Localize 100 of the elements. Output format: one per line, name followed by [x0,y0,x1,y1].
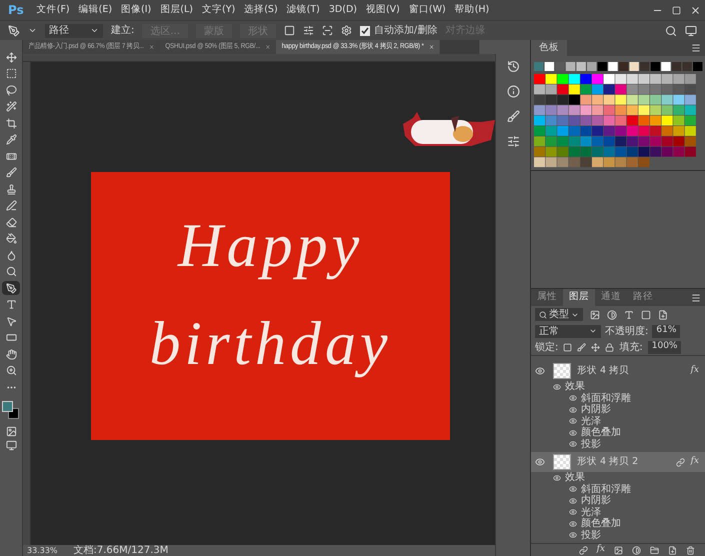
panel-tab[interactable]: 图层 [563,289,595,306]
eye-icon[interactable] [569,496,577,505]
info-icon[interactable] [506,85,520,98]
menu-item[interactable]: 滤镜(T) [286,2,320,18]
make-label: 建立: [111,24,134,38]
search-icon [539,310,547,318]
layer-thumbnail [553,454,571,470]
trash-icon[interactable] [686,546,695,554]
menu-item[interactable]: 文件(F) [36,2,70,18]
add-style-button[interactable]: fx [596,543,605,556]
new-layer-icon[interactable] [668,546,677,554]
history-icon[interactable] [506,60,520,73]
link-icon [676,458,685,466]
workspace-icon[interactable] [685,24,697,36]
lock-label: 锁定: [535,340,558,354]
document-size: 文档:7.66M/127.3M [74,544,168,556]
pen-icon[interactable] [2,281,20,295]
eye-icon[interactable] [553,474,561,482]
adjustment-filter-icon[interactable] [607,310,617,320]
eye-icon[interactable] [569,406,577,414]
panel-menu-icon[interactable] [691,292,701,302]
auto-add-delete-checkbox[interactable]: 自动添加/删除 [360,23,438,38]
blend-mode-dropdown[interactable]: 正常 [535,324,601,338]
eye-icon[interactable] [569,417,577,426]
color-swatch-grid[interactable] [534,62,704,168]
eye-icon[interactable] [569,531,577,540]
type-filter-icon[interactable] [624,310,634,320]
effects-label: 效果 [565,471,585,484]
script-lettering: Happy [178,211,364,282]
link-icon[interactable] [578,546,588,554]
eye-icon[interactable] [569,428,577,437]
effect-name: 光泽 [581,414,601,427]
quick-mask-icon[interactable] [6,426,16,437]
eye-icon[interactable] [535,366,545,376]
eye-icon[interactable] [569,394,577,402]
close-icon[interactable] [266,44,271,50]
lock-icon[interactable] [605,342,614,352]
effect-name: 颜色叠加 [581,516,621,530]
effects-label: 效果 [565,380,585,392]
effect-name: 内阴影 [581,402,611,416]
menu-item[interactable]: 选择(S) [244,2,278,18]
adjustment-layer-icon[interactable] [632,546,641,554]
effect-name: 斜面和浮雕 [581,482,631,495]
mode-dropdown[interactable]: 路径 [45,24,103,38]
menu-item[interactable]: 图层(L) [160,2,193,18]
menu-item[interactable]: 文字(Y) [202,2,236,18]
panel-tab[interactable]: 路径 [627,289,659,306]
layer-row[interactable]: 形状 4 拷贝 fx [531,361,705,381]
pixel-filter-icon[interactable] [590,310,600,320]
panel-tab[interactable]: 色板 [531,40,567,56]
fx-label: fx [690,364,699,378]
search-icon[interactable] [665,24,677,36]
panel-tab[interactable]: 通道 [595,289,627,306]
eye-icon[interactable] [535,457,545,467]
eye-icon[interactable] [569,485,577,494]
color-swatches-icon[interactable] [2,400,20,420]
maximize-icon[interactable] [672,6,681,14]
effect-name: 斜面和浮雕 [581,392,631,404]
menu-item[interactable]: 编辑(E) [78,2,112,18]
close-icon[interactable] [149,44,154,50]
brush-panel-icon[interactable] [506,110,520,123]
mask-icon[interactable] [614,546,623,554]
fill-label: 填充: [619,340,643,354]
eye-icon[interactable] [569,508,577,516]
filter-dropdown[interactable]: 类型 [535,308,583,321]
eye-icon[interactable] [569,440,577,448]
screen-mode-icon[interactable] [6,440,16,450]
checkmark-icon [360,26,369,34]
path-operations-icon[interactable] [284,25,295,36]
zoom-level: 33.33% [27,544,58,556]
fill-field[interactable]: 100% [648,340,682,354]
smart-object-filter-icon[interactable] [658,310,668,320]
app-logo[interactable]: Ps [4,1,28,19]
script-lettering: birthday [149,309,392,380]
shape-filter-icon[interactable] [641,310,651,320]
eye-icon[interactable] [569,520,577,528]
lock-pixels-icon[interactable] [563,342,572,352]
menu-item[interactable]: 帮助(H) [454,2,490,18]
menu-item[interactable]: 视图(V) [366,2,400,18]
panel-tab[interactable]: 属性 [531,289,563,306]
caret-icon [90,26,99,35]
layer-thumbnail [553,363,571,379]
panel-menu-icon[interactable] [691,43,701,53]
menu-item[interactable]: 3D(D) [328,2,357,18]
settings-icon[interactable] [340,25,352,36]
pen-icon[interactable] [8,24,20,36]
menu-item[interactable]: 图像(I) [121,2,152,18]
layer-row[interactable]: 形状 4 拷贝 2 fx [531,452,705,472]
opacity-field[interactable]: 61% [652,324,680,338]
lock-brush-icon[interactable] [577,342,586,352]
effect-name: 光泽 [581,506,601,518]
close-icon[interactable] [690,4,701,16]
caret-icon[interactable] [28,26,37,35]
adjustments-icon[interactable] [506,135,520,148]
opacity-label: 不透明度: [605,324,648,338]
folder-icon[interactable] [650,546,659,554]
align-icon[interactable] [302,25,314,36]
lock-position-icon[interactable] [591,342,600,352]
menu-item[interactable]: 窗口(W) [408,2,446,18]
eye-icon[interactable] [553,382,561,391]
